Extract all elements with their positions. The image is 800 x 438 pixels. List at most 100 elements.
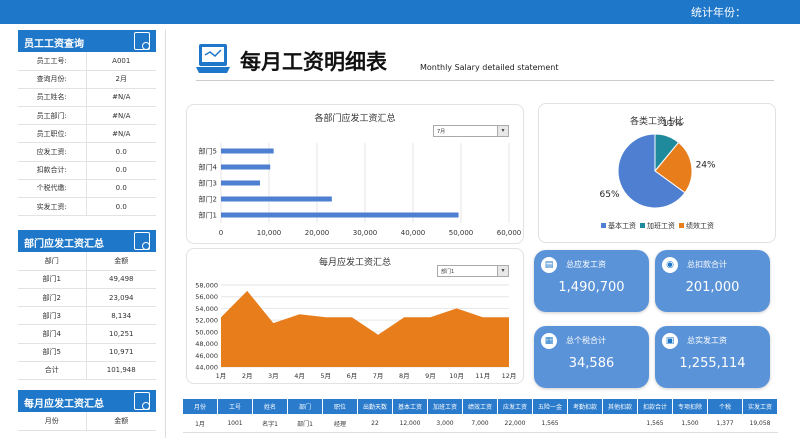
dept-name: 部门1 (18, 270, 87, 290)
pie-chart-card: 各类工资占比 11% 24% 65% 基本工资 加班工资 绩效工资 (538, 103, 776, 243)
pie-value-label: 24% (696, 161, 716, 171)
query-label: 扣款合计: (18, 161, 87, 180)
column-header: 应发工资 (497, 398, 533, 415)
table-cell: 部门1 (287, 414, 323, 433)
x-tick-label: 6月 (347, 372, 358, 380)
table-row: 月份 金额 (18, 412, 156, 431)
table-cell (602, 414, 638, 433)
table-cell (567, 414, 603, 433)
x-tick-label: 12月 (502, 372, 517, 380)
sidebar-divider (165, 30, 166, 438)
query-value: 0.0 (86, 179, 156, 199)
dept-name: 部门4 (18, 324, 87, 344)
legend-label: 基本工资 (608, 221, 636, 230)
column-header: 职位 (322, 398, 358, 415)
table-cell: 1,500 (672, 414, 708, 433)
table-cell: 1001 (217, 414, 253, 433)
table-cell: 7,000 (462, 414, 498, 433)
x-tick-label: 4月 (294, 372, 305, 380)
dept-amount: 101,948 (86, 361, 156, 381)
x-tick-label: 0 (219, 229, 223, 237)
document-icon: ▤ (541, 257, 557, 273)
y-tick-label: 部门1 (199, 211, 217, 220)
x-tick-label: 11月 (475, 372, 490, 380)
dept-amount: 49,498 (86, 270, 156, 290)
x-tick-label: 10,000 (257, 229, 282, 237)
query-row: 扣款合计: 0.0 (18, 161, 156, 180)
kpi-value: 1,255,114 (679, 356, 746, 371)
month-panel-header: 每月应发工资汇总 (18, 390, 156, 412)
search-doc-icon[interactable] (134, 232, 150, 251)
kpi-value: 201,000 (685, 280, 740, 295)
stat-year-label: 统计年份： (691, 6, 746, 19)
x-tick-label: 5月 (320, 372, 331, 380)
dept-table: 部门 金额 部门1 49,498 部门2 23,094 部门3 8,134 部门4 10,251 部… (18, 252, 156, 381)
column-header: 月份 (182, 398, 218, 415)
pie-value-label: 11% (662, 119, 682, 129)
query-label: 个税代缴: (18, 179, 87, 199)
query-label: 查询月份: (18, 70, 87, 89)
y-tick-label: 44,000 (195, 364, 218, 372)
column-header: 其他扣款 (602, 398, 638, 415)
query-row: 员工姓名: #N/A (18, 88, 156, 108)
y-tick-label: 部门2 (199, 195, 217, 204)
kpi-total-net: ▣ 总实发工资 1,255,114 (655, 326, 770, 388)
bar (221, 148, 274, 154)
search-doc-icon[interactable] (134, 392, 150, 410)
dept-col-header: 部门 (18, 252, 87, 271)
query-row: 查询月份: 2月 (18, 70, 156, 89)
monthly-area-chart: 44,000 46,000 48,000 50,000 52,000 54,000 56,0… (195, 282, 517, 381)
legend-label: 绩效工资 (686, 221, 714, 230)
kpi-value: 34,586 (568, 356, 615, 371)
query-panel-header: 员工工资查询 (18, 30, 156, 52)
query-row: 应发工资: 0.0 (18, 142, 156, 162)
kpi-total-deduct: ◉ 总扣款合计 201,000 (655, 250, 770, 312)
legend-label: 加班工资 (647, 221, 675, 230)
table-cell: 22 (357, 414, 393, 433)
query-row: 员工部门: #N/A (18, 106, 156, 126)
query-value[interactable]: 2月 (86, 70, 156, 89)
table-header-row: 月份 工号 姓名 部门 职位 出勤天数 基本工资 加班工资 绩效工资 应发工资 五险一金 考勤扣款 其他… (182, 398, 778, 415)
column-header: 工号 (217, 398, 253, 415)
search-doc-icon[interactable] (134, 32, 150, 50)
query-value: #N/A (86, 88, 156, 108)
dept-amount: 8,134 (86, 306, 156, 326)
dept-name: 部门2 (18, 288, 87, 308)
x-tick-label: 20,000 (305, 229, 330, 237)
table-cell: 3,000 (427, 414, 463, 433)
query-row: 个税代缴: 0.0 (18, 179, 156, 199)
query-value[interactable]: A001 (86, 52, 156, 71)
page-subtitle: Monthly Salary detailed statement (420, 63, 559, 72)
left-sidebar: 员工工资查询 员工工号: A001 查询月份: 2月 员工姓名: #N/A 员工部门: #N/… (18, 30, 156, 431)
query-row: 实发工资: 0.0 (18, 197, 156, 217)
kpi-label: 总个税合计 (566, 336, 606, 345)
x-tick-label: 2月 (242, 372, 253, 380)
column-header: 基本工资 (392, 398, 428, 415)
table-cell: 22,000 (497, 414, 533, 433)
amount-col-header: 金额 (86, 252, 156, 271)
dept-amount: 10,971 (86, 343, 156, 362)
y-tick-label: 部门5 (199, 147, 217, 156)
x-tick-label: 60,000 (497, 229, 522, 237)
bar (221, 180, 261, 186)
query-value: 0.0 (86, 142, 156, 162)
y-tick-label: 54,000 (195, 305, 218, 313)
dept-name: 合计 (18, 361, 87, 381)
table-cell: 1,565 (637, 414, 673, 433)
column-header: 个税 (707, 398, 743, 415)
query-label: 员工职位: (18, 124, 87, 144)
kpi-label: 总应发工资 (566, 260, 606, 269)
query-row: 员工职位: #N/A (18, 124, 156, 144)
dept-name: 部门3 (18, 306, 87, 326)
month-col-header: 月份 (18, 412, 87, 431)
y-tick-label: 部门3 (199, 179, 217, 188)
table-row: 1月 1001 名字1 部门1 经理 22 12,000 3,000 7,000 22,000 1,… (182, 414, 778, 433)
wallet-icon: ◉ (662, 257, 678, 273)
x-tick-label: 10月 (449, 372, 464, 380)
column-header: 扣款合计 (637, 398, 673, 415)
column-header: 专项扣除 (672, 398, 708, 415)
table-row: 合计 101,948 (18, 361, 156, 381)
column-header: 部门 (287, 398, 323, 415)
query-label: 员工工号: (18, 52, 87, 71)
x-tick-label: 50,000 (449, 229, 474, 237)
